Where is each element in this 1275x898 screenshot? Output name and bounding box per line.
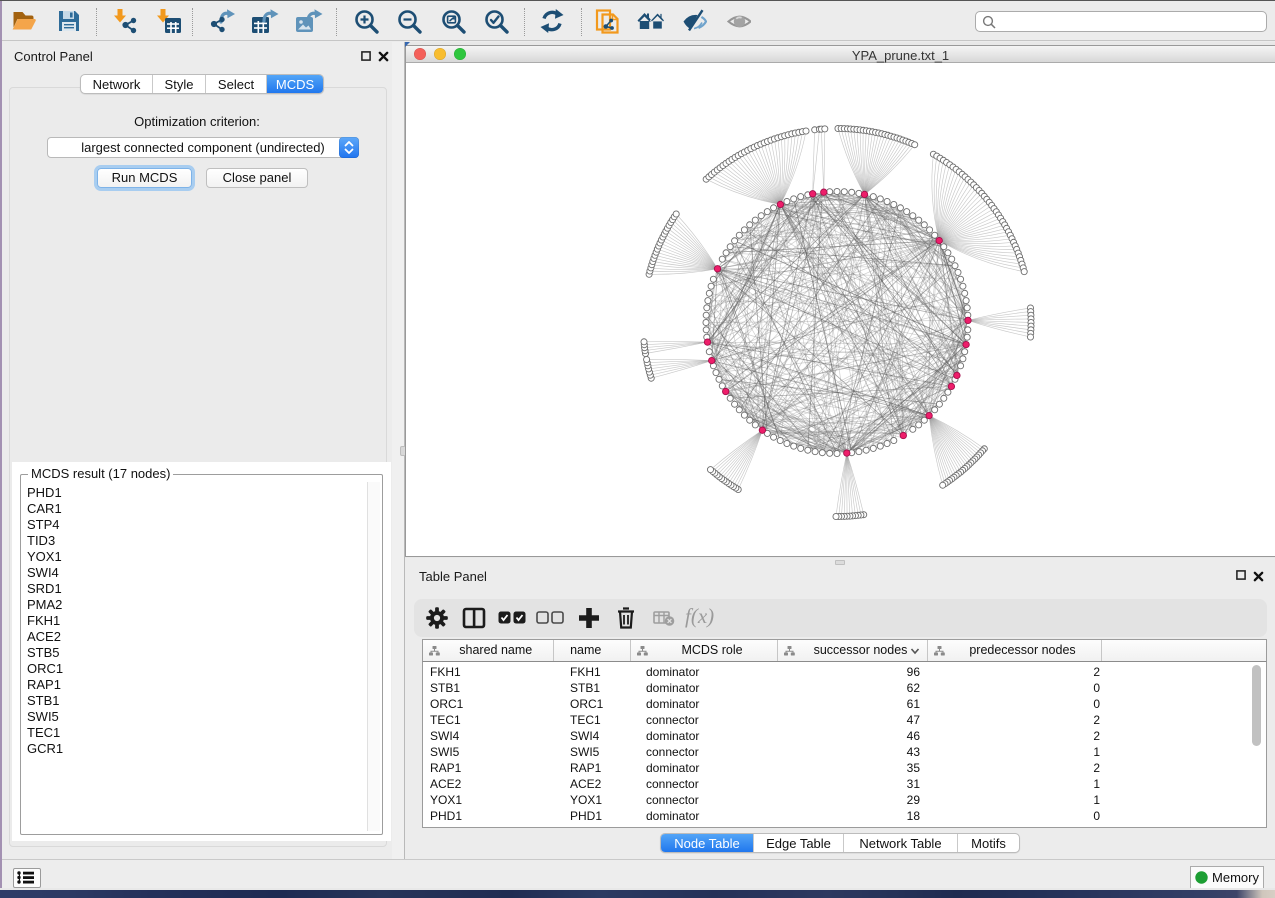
svg-text:f(x): f(x) [685,606,714,628]
